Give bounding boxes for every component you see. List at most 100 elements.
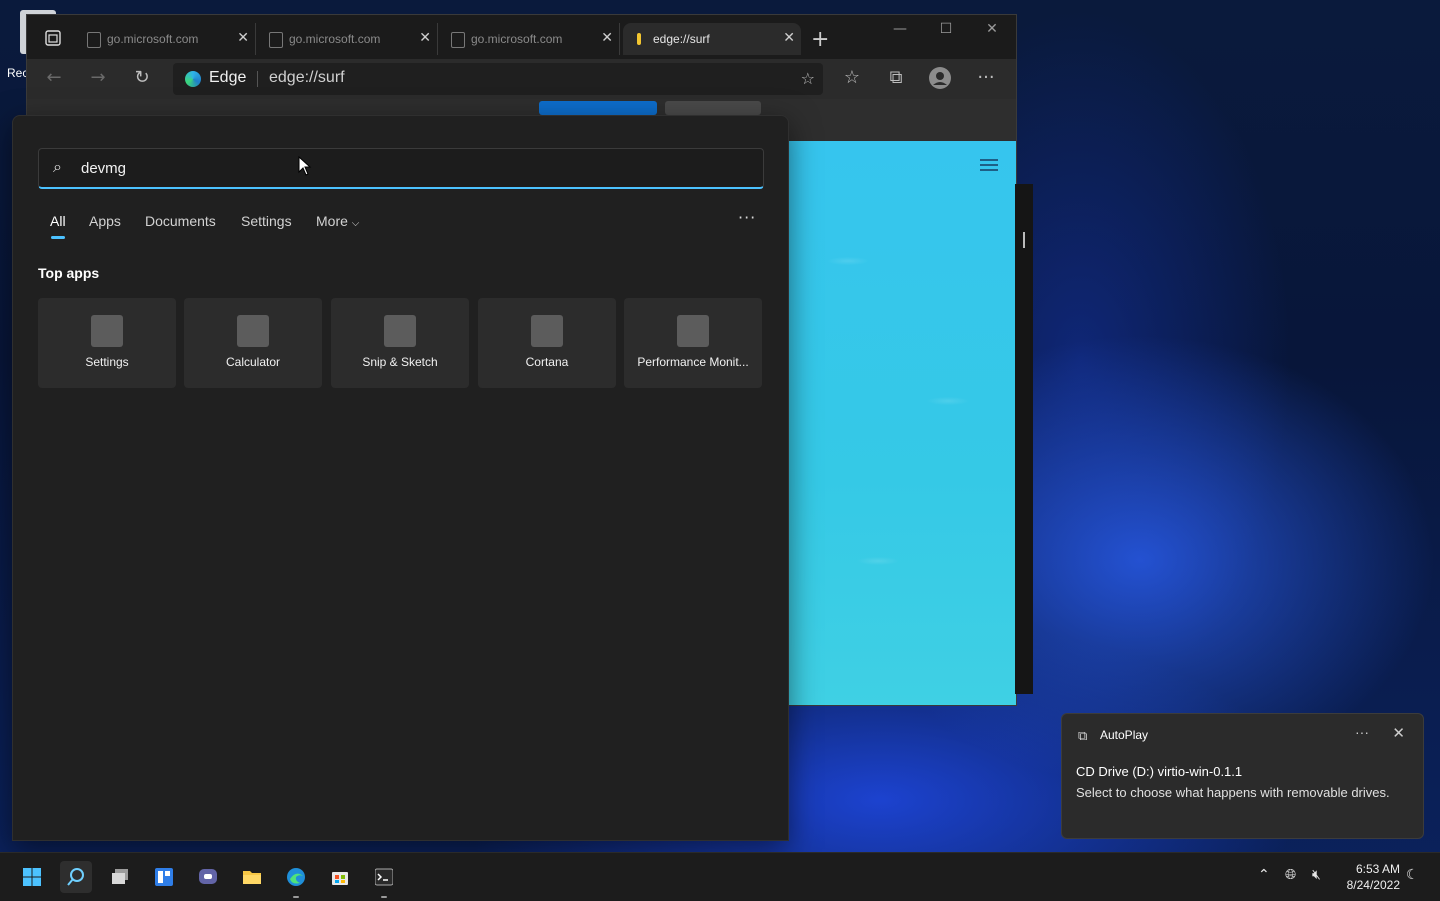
- add-favorite-icon[interactable]: ☆: [801, 69, 815, 88]
- window-scrollbar[interactable]: [1015, 184, 1033, 694]
- settings-more-button[interactable]: ···: [971, 67, 1001, 88]
- page-icon: [269, 32, 283, 48]
- url-text[interactable]: edge://surf: [269, 69, 345, 87]
- tab-more-label: More: [316, 213, 348, 229]
- task-view-button[interactable]: [104, 861, 136, 893]
- close-tab-icon[interactable]: ✕: [237, 29, 249, 46]
- store-button[interactable]: [324, 861, 356, 893]
- app-name: Settings: [85, 355, 129, 369]
- notification-body: Select to choose what happens with remov…: [1076, 785, 1390, 800]
- top-app-settings[interactable]: Settings: [38, 298, 176, 388]
- edge-taskbar-button[interactable]: [280, 861, 312, 893]
- tab-all[interactable]: All: [50, 213, 66, 229]
- notification-title: CD Drive (D:) virtio-win-0.1.1: [1076, 764, 1243, 779]
- search-box[interactable]: ⌕: [38, 148, 764, 189]
- profile-avatar-icon: [929, 67, 951, 89]
- file-explorer-button[interactable]: [236, 861, 268, 893]
- chevron-down-icon: ⌵: [351, 218, 360, 229]
- close-tab-icon[interactable]: ✕: [601, 29, 613, 46]
- focus-assist-moon-icon[interactable]: ☾: [1406, 867, 1419, 883]
- search-options-button[interactable]: ···: [738, 208, 756, 227]
- collections-button[interactable]: ⧉: [881, 67, 911, 88]
- surf-favicon: [637, 33, 641, 45]
- running-indicator: [381, 896, 387, 898]
- browser-tab[interactable]: go.microsoft.com ✕: [259, 23, 438, 55]
- terminal-button[interactable]: [368, 861, 400, 893]
- divider: [257, 71, 258, 87]
- forward-button[interactable]: →: [83, 67, 113, 88]
- widgets-button[interactable]: [148, 861, 180, 893]
- tab-title: go.microsoft.com: [289, 32, 381, 46]
- cortana-app-icon: [531, 315, 563, 347]
- page-icon: [451, 32, 465, 48]
- search-icon: ⌕: [53, 157, 62, 176]
- new-tab-button[interactable]: +: [811, 27, 829, 52]
- chat-button[interactable]: [192, 861, 224, 893]
- tab-title: edge://surf: [653, 32, 710, 46]
- minimize-button[interactable]: —: [877, 21, 923, 37]
- store-icon: [332, 872, 348, 885]
- show-hidden-icons-chevron-icon[interactable]: ⌃: [1258, 867, 1270, 883]
- windows-logo-icon: [23, 868, 41, 886]
- tab-actions-button[interactable]: [39, 25, 67, 51]
- chat-icon: [199, 869, 217, 884]
- top-app-calculator[interactable]: Calculator: [184, 298, 322, 388]
- app-name: Cortana: [525, 355, 569, 369]
- tab-settings[interactable]: Settings: [241, 213, 292, 229]
- taskbar-search-button[interactable]: [60, 861, 92, 893]
- top-app-snip-sketch[interactable]: Snip & Sketch: [331, 298, 469, 388]
- page-icon: [87, 32, 101, 48]
- network-globe-icon[interactable]: 🌐︎: [1285, 867, 1296, 883]
- tab-actions-icon: [45, 30, 61, 46]
- tab-documents[interactable]: Documents: [145, 213, 216, 229]
- tab-more[interactable]: More ⌵: [316, 213, 359, 229]
- calculator-app-icon: [237, 315, 269, 347]
- top-app-cortana[interactable]: Cortana: [478, 298, 616, 388]
- back-button[interactable]: ←: [39, 67, 69, 88]
- app-name: Performance Monit...: [637, 355, 749, 369]
- favorites-button[interactable]: ☆: [837, 67, 867, 88]
- notification-close-button[interactable]: ✕: [1392, 724, 1405, 742]
- infobar-primary-button[interactable]: [539, 101, 657, 115]
- close-tab-icon[interactable]: ✕: [783, 29, 795, 46]
- surf-game-canvas[interactable]: [788, 141, 1016, 705]
- address-bar[interactable]: Edge edge://surf ☆: [173, 63, 823, 95]
- scroll-thumb[interactable]: [1023, 232, 1025, 248]
- clock-date: 8/24/2022: [1346, 878, 1400, 892]
- browser-brand: Edge: [209, 69, 247, 86]
- clock-time: 6:53 AM: [1355, 862, 1400, 876]
- refresh-button[interactable]: ↻: [127, 67, 157, 88]
- profile-button[interactable]: [925, 67, 955, 94]
- notification-more-button[interactable]: ···: [1355, 724, 1369, 740]
- hamburger-menu-icon[interactable]: [980, 159, 998, 174]
- performance-monitor-app-icon: [677, 315, 709, 347]
- settings-app-icon: [91, 315, 123, 347]
- clock[interactable]: 6:53 AM 8/24/2022: [1338, 861, 1400, 893]
- volume-muted-icon[interactable]: 🔇︎: [1312, 867, 1321, 883]
- start-button[interactable]: [16, 861, 48, 893]
- search-panel: ⌕ All Apps Documents Settings More ⌵ ···…: [12, 115, 789, 841]
- browser-tab[interactable]: go.microsoft.com ✕: [77, 23, 256, 55]
- app-name: Snip & Sketch: [362, 355, 438, 369]
- top-app-performance-monitor[interactable]: Performance Monit...: [624, 298, 762, 388]
- running-indicator: [293, 896, 299, 898]
- maximize-button[interactable]: ☐: [923, 21, 969, 37]
- edge-logo-icon: [185, 71, 201, 87]
- autoplay-icon: ⧉: [1078, 728, 1088, 743]
- tab-strip: go.microsoft.com ✕ go.microsoft.com ✕ go…: [27, 15, 1016, 59]
- active-tab-indicator: [51, 236, 65, 239]
- browser-tab[interactable]: go.microsoft.com ✕: [441, 23, 620, 55]
- close-tab-icon[interactable]: ✕: [419, 29, 431, 46]
- infobar-secondary-button[interactable]: [665, 101, 761, 115]
- snip-sketch-app-icon: [384, 315, 416, 347]
- tab-apps[interactable]: Apps: [89, 213, 121, 229]
- close-window-button[interactable]: ✕: [969, 21, 1015, 37]
- folder-icon: [243, 871, 261, 884]
- section-title: Top apps: [38, 265, 100, 281]
- autoplay-notification[interactable]: ⧉ AutoPlay ··· ✕ CD Drive (D:) virtio-wi…: [1061, 713, 1424, 839]
- mouse-cursor-icon: [298, 156, 312, 176]
- terminal-icon: [375, 868, 393, 886]
- tab-title: go.microsoft.com: [471, 32, 563, 46]
- search-input[interactable]: [79, 155, 733, 181]
- browser-tab-active[interactable]: edge://surf ✕: [623, 23, 801, 55]
